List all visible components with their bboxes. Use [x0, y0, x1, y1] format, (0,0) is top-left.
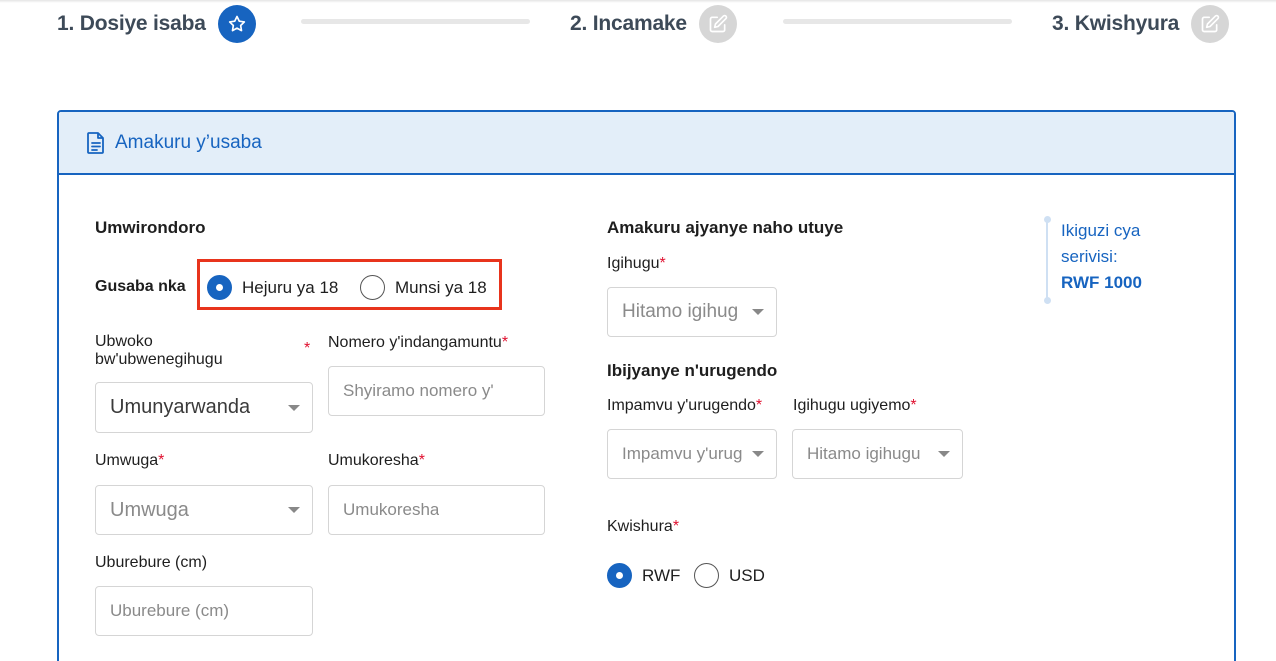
nationality-label: Ubwoko bw'ubwenegihugu	[95, 333, 223, 368]
destination-select[interactable]: Hitamo igihugu	[792, 429, 963, 479]
residence-title: Amakuru ajyanye naho utuye	[607, 218, 844, 237]
height-input[interactable]: Uburebure (cm)	[95, 586, 313, 636]
currency-label: Kwishura*	[607, 518, 680, 535]
chevron-down-icon	[752, 309, 764, 315]
price-divider-dot-top	[1044, 216, 1051, 223]
currency-radio-usd[interactable]	[694, 563, 719, 588]
occupation-select[interactable]: Umwuga	[95, 485, 313, 535]
country-placeholder: Hitamo igihug	[622, 301, 739, 322]
nationality-value: Umunyarwanda	[110, 396, 251, 418]
employer-label: Umukoresha*	[328, 452, 425, 469]
step-3[interactable]: 3. Kwishyura	[1052, 5, 1230, 43]
edit-icon	[698, 5, 737, 43]
document-icon	[85, 131, 107, 155]
card-title: Amakuru y’usaba	[115, 131, 262, 153]
purpose-placeholder: Impamvu y'urug	[622, 444, 743, 463]
id-number-label: Nomero y'indangamuntu*	[328, 334, 509, 351]
chevron-down-icon	[938, 451, 950, 457]
id-number-placeholder: Shyiramo nomero y'	[343, 381, 494, 400]
step-3-label: 3. Kwishyura	[1052, 12, 1180, 35]
occupation-placeholder: Umwuga	[110, 498, 189, 521]
step-1[interactable]: 1. Dosiye isaba	[57, 5, 256, 43]
destination-label: Igihugu ugiyemo*	[793, 397, 917, 414]
price-line-1: Ikiguzi cya	[1061, 221, 1141, 240]
price-divider-dot-bottom	[1044, 297, 1051, 304]
profile-title: Umwirondoro	[95, 218, 206, 237]
price-divider	[1046, 218, 1048, 302]
currency-option-usd: USD	[729, 566, 765, 585]
country-label: Igihugu*	[607, 255, 666, 272]
required-mark: *	[304, 340, 311, 357]
travel-title: Ibijyanye n'urugendo	[607, 361, 778, 380]
nationality-select[interactable]: Umunyarwanda	[95, 382, 313, 433]
step-2[interactable]: 2. Incamake	[570, 5, 737, 43]
currency-option-rwf: RWF	[642, 566, 681, 585]
chevron-down-icon	[288, 507, 300, 513]
destination-placeholder: Hitamo igihugu	[807, 444, 921, 463]
travel-purpose-select[interactable]: Impamvu y'urug	[607, 429, 777, 479]
age-option-over-18: Hejuru ya 18	[242, 278, 339, 297]
purpose-label: Impamvu y'urugendo*	[607, 397, 763, 414]
chevron-down-icon	[752, 451, 764, 457]
country-select[interactable]: Hitamo igihug	[607, 287, 777, 337]
step-1-label: 1. Dosiye isaba	[57, 12, 206, 35]
id-number-input[interactable]: Shyiramo nomero y'	[328, 366, 545, 416]
age-option-under-18: Munsi ya 18	[395, 278, 487, 297]
age-label: Gusaba nka	[95, 278, 186, 295]
price-amount: RWF 1000	[1061, 273, 1142, 292]
currency-radio-rwf[interactable]	[607, 563, 632, 588]
step-2-label: 2. Incamake	[570, 12, 687, 35]
step-connector-2	[783, 19, 1012, 24]
top-shadow	[0, 0, 1276, 3]
chevron-down-icon	[288, 404, 300, 411]
employer-placeholder: Umukoresha	[343, 500, 440, 519]
card-header: Amakuru y’usaba	[59, 112, 1234, 175]
service-price: Ikiguzi cya serivisi: RWF 1000	[1061, 218, 1142, 296]
age-radio-under-18[interactable]	[360, 275, 385, 300]
occupation-label: Umwuga*	[95, 452, 165, 469]
height-label: Uburebure (cm)	[95, 554, 208, 571]
step-connector-1	[301, 19, 530, 24]
age-radio-over-18[interactable]	[207, 275, 232, 300]
star-icon	[217, 5, 256, 43]
price-line-2: serivisi:	[1061, 247, 1118, 266]
edit-icon	[1191, 5, 1230, 43]
height-placeholder: Uburebure (cm)	[110, 601, 230, 620]
employer-input[interactable]: Umukoresha	[328, 485, 545, 535]
